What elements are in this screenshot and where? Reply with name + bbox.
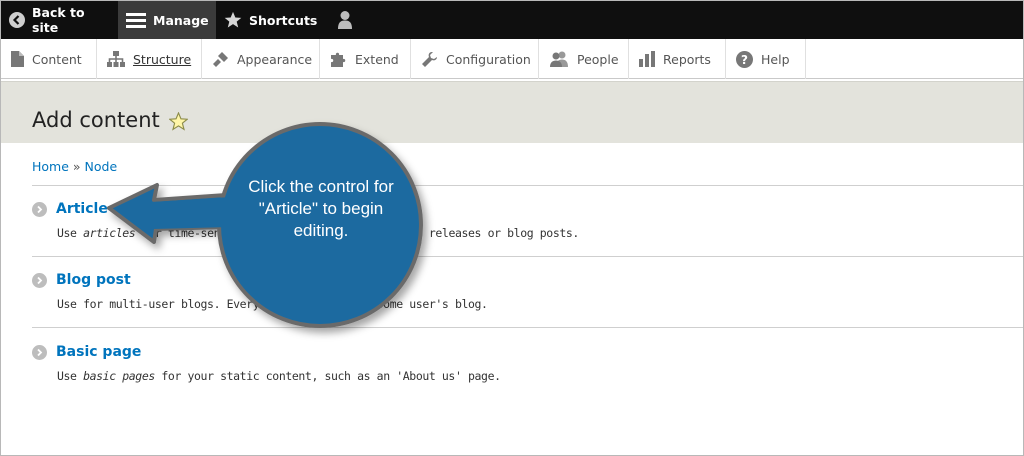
tray-item-content[interactable]: Content	[1, 39, 97, 79]
shortcuts-tab[interactable]: Shortcuts	[216, 1, 326, 39]
tray-item-appearance[interactable]: Appearance	[202, 39, 320, 79]
blog-post-description: Use for multi-user blogs. Every entry is…	[57, 297, 932, 311]
shortcut-star-icon[interactable]	[169, 112, 188, 131]
chevron-right-icon	[32, 201, 47, 217]
tray-item-reports[interactable]: Reports	[629, 39, 726, 79]
admin-menu-tray: Content Structure Appearance Extend Conf…	[1, 39, 1023, 79]
back-to-site-label: Back to site	[32, 5, 85, 35]
tray-label-appearance: Appearance	[237, 51, 313, 67]
bar-chart-icon	[639, 51, 655, 67]
people-icon	[549, 51, 569, 67]
file-icon	[11, 51, 24, 67]
user-tab[interactable]	[326, 1, 366, 39]
tray-item-configuration[interactable]: Configuration	[411, 39, 539, 79]
star-icon	[224, 11, 242, 29]
page-title: Add content	[32, 108, 160, 132]
article-desc-emphasis: articles	[83, 226, 136, 240]
article-desc-text: Use	[57, 226, 84, 240]
browser-frame: Back to site Manage Shortcuts Content St…	[0, 0, 1024, 456]
back-to-site-link[interactable]: Back to site	[1, 1, 118, 39]
breadcrumb: Home » Node	[32, 159, 117, 174]
tray-label-people: People	[577, 51, 619, 67]
chevron-right-icon	[32, 344, 47, 360]
divider	[32, 256, 1023, 257]
basic-page-link[interactable]: Basic page	[56, 344, 141, 360]
divider	[32, 327, 1023, 328]
content-type-item-article: Article Use articles for time-sensitive …	[32, 201, 932, 240]
structure-icon	[107, 51, 125, 67]
tray-label-reports: Reports	[663, 51, 711, 67]
basic-page-description: Use basic pages for your static content,…	[57, 369, 932, 383]
page-header: Add content	[1, 81, 1023, 143]
help-icon: ?	[736, 50, 753, 68]
callout-text: Click the control for "Article" to begin…	[248, 177, 394, 240]
article-link[interactable]: Article	[56, 201, 108, 217]
divider	[32, 185, 1023, 186]
basic-page-desc-emphasis: basic pages	[83, 369, 155, 383]
chevron-right-icon	[32, 272, 47, 288]
blog-post-desc-text: Use for multi-user blogs. Every entry is…	[57, 297, 488, 311]
tray-label-structure: Structure	[133, 51, 192, 67]
svg-text:?: ?	[741, 53, 748, 67]
tray-item-structure[interactable]: Structure	[97, 39, 202, 79]
blog-post-link[interactable]: Blog post	[56, 272, 131, 288]
manage-tab[interactable]: Manage	[118, 1, 216, 39]
breadcrumb-separator: »	[72, 159, 81, 174]
back-arrow-icon	[9, 12, 25, 28]
basic-page-desc-text-rest: for your static content, such as an 'Abo…	[154, 369, 501, 383]
tray-item-people[interactable]: People	[539, 39, 629, 79]
content-type-item-blog-post: Blog post Use for multi-user blogs. Ever…	[32, 272, 932, 311]
article-description: Use articles for time-sensitive content …	[57, 226, 932, 240]
admin-toolbar: Back to site Manage Shortcuts	[1, 1, 1023, 39]
tray-label-configuration: Configuration	[446, 51, 531, 67]
manage-label: Manage	[153, 12, 209, 28]
hamburger-icon	[126, 12, 146, 28]
tray-label-extend: Extend	[355, 51, 399, 67]
paintbrush-icon	[212, 51, 229, 68]
wrench-icon	[421, 51, 438, 68]
tray-item-help[interactable]: ? Help	[726, 39, 806, 79]
tray-label-help: Help	[761, 51, 790, 67]
basic-page-desc-text: Use	[57, 369, 84, 383]
user-icon	[337, 10, 353, 30]
breadcrumb-node-link[interactable]: Node	[85, 159, 118, 174]
puzzle-icon	[330, 51, 347, 68]
content-type-item-basic-page: Basic page Use basic pages for your stat…	[32, 344, 932, 383]
shortcuts-label: Shortcuts	[249, 12, 318, 28]
breadcrumb-home-link[interactable]: Home	[32, 159, 69, 174]
tray-label-content: Content	[32, 51, 82, 67]
tray-item-extend[interactable]: Extend	[320, 39, 411, 79]
